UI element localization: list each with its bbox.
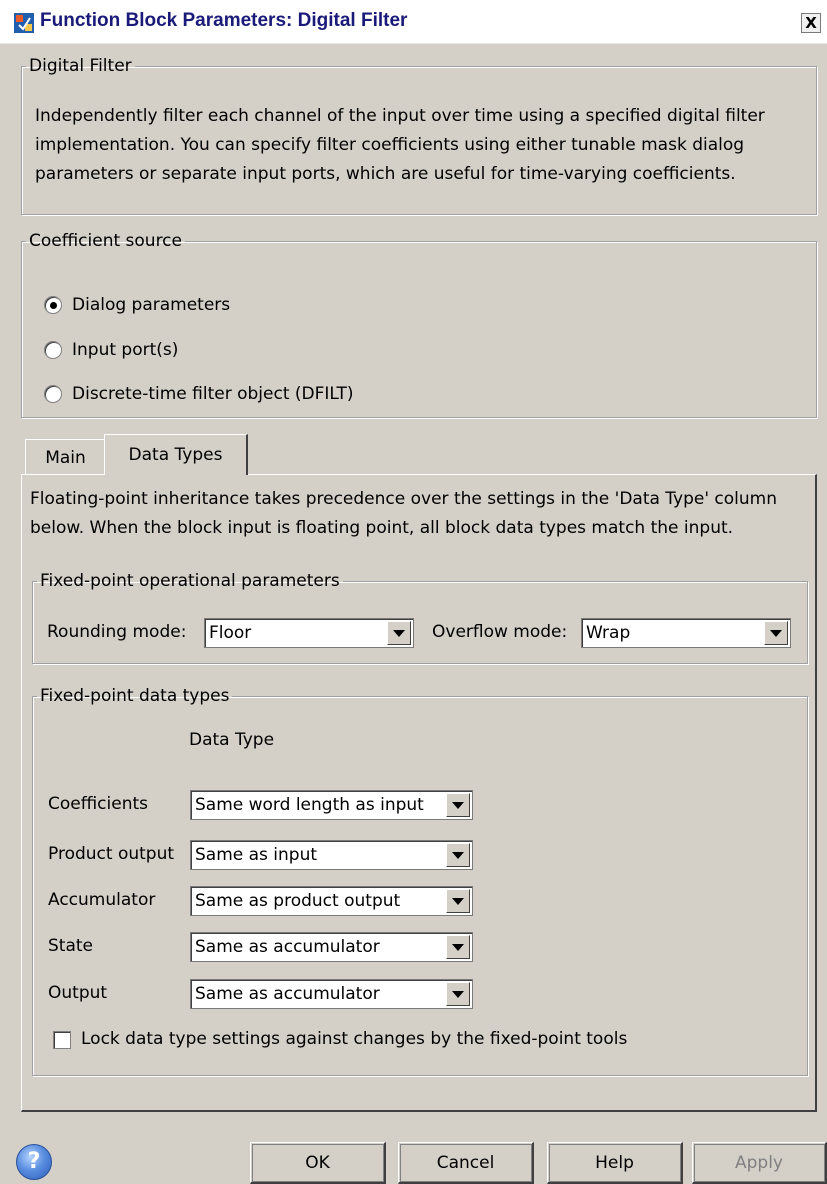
note-line: Floating-point inheritance takes precede… xyxy=(30,489,778,509)
radio-label: Discrete-time filter object (DFILT) xyxy=(72,384,354,404)
accumulator-data-type-value: Same as product output xyxy=(195,891,401,911)
help-question-icon[interactable]: ? xyxy=(16,1144,52,1180)
dropdown-arrow-icon[interactable] xyxy=(387,621,411,645)
description-line: implementation. You can specify filter c… xyxy=(35,135,745,155)
data-types-panel: Floating-point inheritance takes precede… xyxy=(21,474,817,1112)
tab-data-types[interactable]: Data Types xyxy=(104,434,248,475)
data-type-column-header: Data Type xyxy=(189,730,275,750)
output-label: Output xyxy=(48,983,108,1003)
product-output-data-type-value: Same as input xyxy=(195,845,318,865)
description-line: Independently filter each channel of the… xyxy=(35,106,765,126)
block-description: Independently filter each channel of the… xyxy=(35,102,806,189)
window-title: Function Block Parameters: Digital Filte… xyxy=(40,10,408,31)
accumulator-data-type-select[interactable]: Same as product output xyxy=(190,886,473,916)
radio-button[interactable] xyxy=(44,385,62,403)
coefficients-data-type-select[interactable]: Same word length as input xyxy=(190,790,473,820)
operational-legend: Fixed-point operational parameters xyxy=(40,571,340,591)
description-group: Digital Filter Independently filter each… xyxy=(21,56,817,215)
description-line: parameters or separate input ports, whic… xyxy=(35,164,736,184)
apply-button: Apply xyxy=(692,1142,827,1184)
rounding-mode-value: Floor xyxy=(209,623,252,643)
dropdown-arrow-icon[interactable] xyxy=(446,889,470,913)
ok-button[interactable]: OK xyxy=(250,1142,386,1184)
overflow-mode-label: Overflow mode: xyxy=(432,622,568,642)
output-data-type-select[interactable]: Same as accumulator xyxy=(190,979,473,1009)
state-data-type-value: Same as accumulator xyxy=(195,937,380,957)
dropdown-arrow-icon[interactable] xyxy=(446,793,470,817)
coefficient-source-group: Coefficient source Dialog parameters Inp… xyxy=(21,231,817,418)
radio-dfilt-object[interactable]: Discrete-time filter object (DFILT) xyxy=(44,381,354,407)
lock-data-types-label: Lock data type settings against changes … xyxy=(81,1029,628,1049)
radio-label: Input port(s) xyxy=(72,340,179,360)
close-button[interactable]: X xyxy=(801,13,821,33)
data-types-legend: Fixed-point data types xyxy=(40,686,230,706)
lock-data-types-checkbox[interactable] xyxy=(53,1031,71,1049)
dialog-window: Function Block Parameters: Digital Filte… xyxy=(0,0,827,1184)
product-output-label: Product output xyxy=(48,844,175,864)
note-line: below. When the block input is floating … xyxy=(30,518,734,538)
coefficients-label: Coefficients xyxy=(48,794,148,814)
description-legend: Digital Filter xyxy=(29,56,132,76)
dropdown-arrow-icon[interactable] xyxy=(446,935,470,959)
overflow-mode-select[interactable]: Wrap xyxy=(581,618,791,648)
radio-input-ports[interactable]: Input port(s) xyxy=(44,337,178,363)
state-label: State xyxy=(48,936,93,956)
dropdown-arrow-icon[interactable] xyxy=(446,982,470,1006)
coefficient-source-legend: Coefficient source xyxy=(29,231,182,251)
radio-dialog-parameters[interactable]: Dialog parameters xyxy=(44,292,230,318)
coefficients-data-type-value: Same word length as input xyxy=(195,795,424,815)
accumulator-label: Accumulator xyxy=(48,890,156,910)
dropdown-arrow-icon[interactable] xyxy=(446,843,470,867)
state-data-type-select[interactable]: Same as accumulator xyxy=(190,932,473,962)
fixed-point-data-types-group: Fixed-point data types xyxy=(32,686,808,1076)
help-button[interactable]: Help xyxy=(547,1142,683,1184)
tab-main[interactable]: Main xyxy=(25,439,106,475)
title-bar[interactable]: Function Block Parameters: Digital Filte… xyxy=(0,0,827,44)
radio-label: Dialog parameters xyxy=(72,295,231,315)
radio-button-selected[interactable] xyxy=(44,296,62,314)
output-data-type-value: Same as accumulator xyxy=(195,984,380,1004)
simulink-app-icon xyxy=(14,13,34,33)
dropdown-arrow-icon[interactable] xyxy=(764,621,788,645)
rounding-mode-select[interactable]: Floor xyxy=(204,618,414,648)
radio-button[interactable] xyxy=(44,341,62,359)
cancel-button[interactable]: Cancel xyxy=(398,1142,534,1184)
overflow-mode-value: Wrap xyxy=(586,623,631,643)
inheritance-note: Floating-point inheritance takes precede… xyxy=(30,485,810,543)
rounding-mode-label: Rounding mode: xyxy=(47,622,187,642)
product-output-data-type-select[interactable]: Same as input xyxy=(190,840,473,870)
